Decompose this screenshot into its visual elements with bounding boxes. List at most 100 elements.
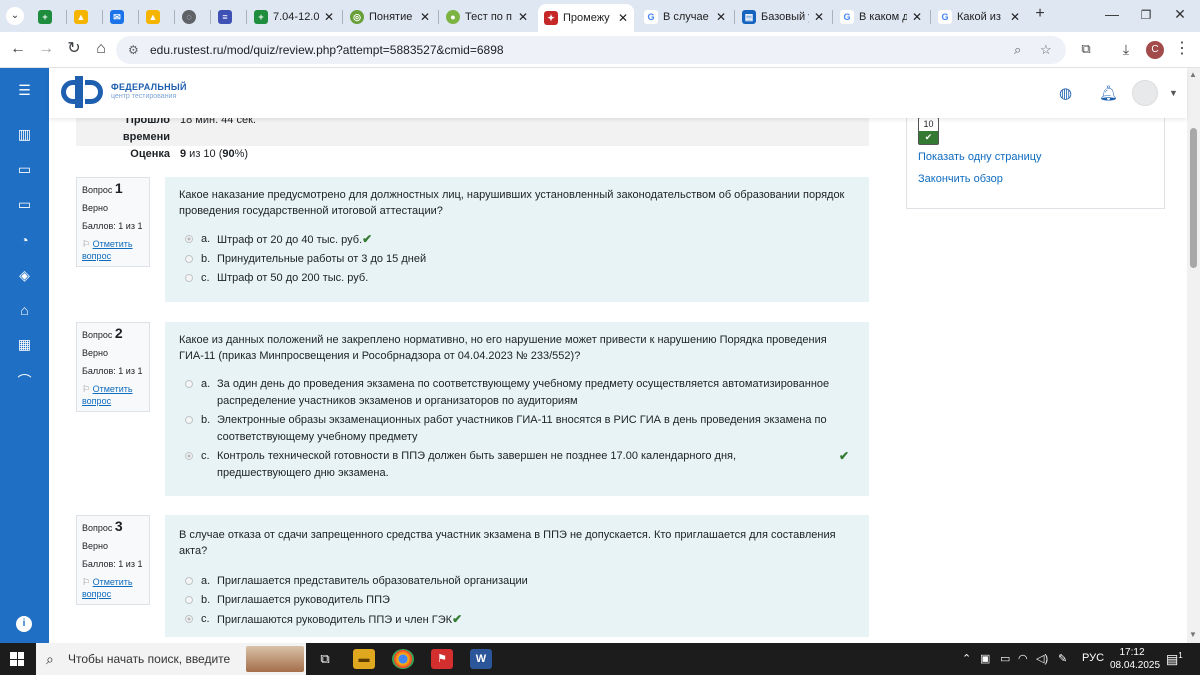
word-icon[interactable]: W	[470, 649, 492, 669]
question-info: Вопрос 2 Верно Баллов: 1 из 1 ⚐ Отметить…	[76, 322, 150, 412]
flag-question-link[interactable]: ⚐ Отметить вопрос	[82, 384, 133, 406]
google-icon: G	[938, 10, 952, 24]
tab-4[interactable]: ▲	[140, 4, 174, 30]
extensions-icon[interactable]: ⧉	[1076, 40, 1096, 58]
layers-icon[interactable]: ◈	[0, 267, 49, 284]
language-indicator[interactable]: РУС	[1082, 652, 1104, 664]
tab-8[interactable]: ◎ Понятие с ✕	[344, 4, 436, 30]
user-avatar[interactable]	[1132, 80, 1158, 106]
notification-icon[interactable]: ▤1	[1166, 651, 1183, 667]
question-points: Баллов: 1 из 1	[82, 559, 143, 569]
tab-2[interactable]: ▲	[68, 4, 102, 30]
flag-icon: ⚐	[82, 577, 93, 587]
close-icon[interactable]: ✕	[319, 10, 334, 24]
google-icon: G	[644, 10, 658, 24]
attempt-summary: Прошло времени 18 мин. 44 сек. Оценка 9 …	[76, 118, 869, 163]
restore-button[interactable]: ❐	[1136, 8, 1156, 22]
tab-11[interactable]: G В случае с ✕	[638, 4, 732, 30]
tab-7[interactable]: + 7.04-12.04 ✕	[248, 4, 340, 30]
left-drawer: ☰ ▥ ▭ ▭ ◔ ◈ ⌂ ▦ ⌒ i	[0, 68, 49, 643]
tab-14[interactable]: G Какой из ✕	[932, 4, 1026, 30]
tab-12[interactable]: ▤ Базовый у ✕	[736, 4, 830, 30]
bookmark-star-icon[interactable]: ☆	[1040, 42, 1052, 58]
close-icon[interactable]: ✕	[613, 11, 628, 25]
zoom-icon[interactable]: ⌕	[1014, 42, 1021, 58]
answer-option-a: a. Приглашается представитель образовател…	[179, 573, 855, 590]
close-icon[interactable]: ✕	[809, 10, 824, 24]
question-nav-button-10[interactable]: 10 ✔	[918, 118, 939, 145]
minimize-button[interactable]: —	[1102, 6, 1122, 22]
tab-3[interactable]: ✉	[104, 4, 138, 30]
close-icon[interactable]: ✕	[415, 10, 430, 24]
close-window-button[interactable]: ✕	[1170, 6, 1190, 23]
new-tab-button[interactable]: +	[1030, 5, 1050, 23]
dashboard-icon[interactable]: ◔	[0, 232, 49, 248]
folder-icon[interactable]: ▭	[0, 161, 49, 178]
language-globe-icon[interactable]: ◍	[1059, 84, 1072, 102]
info-icon[interactable]: i	[16, 616, 32, 632]
wifi-icon[interactable]: ◠	[1018, 652, 1028, 665]
profile-avatar[interactable]: С	[1146, 41, 1164, 59]
question-status: Верно	[82, 541, 108, 551]
answer-option-a: a. Штраф от 20 до 40 тыс. руб.✔	[179, 231, 855, 249]
bell-icon[interactable]: 🔔︎	[1099, 84, 1118, 102]
flag-question-link[interactable]: ⚐ Отметить вопрос	[82, 239, 133, 261]
tab-search-icon[interactable]: ⌄	[6, 7, 24, 25]
finish-review-link[interactable]: Закончить обзор	[918, 173, 1003, 185]
battery-icon[interactable]: ▭	[1000, 652, 1010, 665]
tab-9[interactable]: ● Тест по п ✕	[440, 4, 534, 30]
scrollbar-thumb[interactable]	[1190, 128, 1197, 268]
scroll-up-arrow-icon[interactable]: ▲	[1189, 70, 1197, 79]
forward-arrow-icon[interactable]: →	[36, 40, 56, 58]
scroll-down-arrow-icon[interactable]: ▼	[1189, 630, 1197, 639]
check-icon: ✔	[362, 232, 373, 246]
chevron-down-icon[interactable]: ▼	[1169, 88, 1178, 98]
close-icon[interactable]: ✕	[907, 10, 922, 24]
more-menu-icon[interactable]: ⋮	[1172, 40, 1192, 58]
calendar-icon[interactable]: ▦	[0, 336, 49, 353]
back-arrow-icon[interactable]: ←	[8, 40, 28, 58]
page-scrollbar[interactable]: ▲ ▼	[1187, 68, 1200, 643]
task-view-icon[interactable]: ⧉	[314, 649, 336, 669]
tab-6[interactable]: ≡	[212, 4, 246, 30]
pen-icon[interactable]: ✎	[1058, 652, 1067, 665]
flag-icon: ⚐	[82, 384, 93, 394]
check-icon: ✔	[919, 131, 938, 144]
menu-icon[interactable]: ☰	[0, 82, 49, 99]
tab-10-active[interactable]: ✦ Промежу ✕	[538, 4, 634, 32]
book-icon[interactable]: ▥	[0, 126, 49, 143]
home-icon[interactable]: ⌂	[91, 40, 111, 58]
download-icon[interactable]: ⤓	[1116, 40, 1136, 58]
site-header: ФЕДЕРАЛЬНЫЙ центр тестирования ◍ 🔔︎ ▼	[49, 68, 1187, 118]
folder-icon[interactable]: ▭	[0, 196, 49, 213]
tab-1[interactable]: +	[32, 4, 66, 30]
site-settings-icon[interactable]: ⚙	[128, 43, 139, 57]
close-icon[interactable]: ✕	[513, 10, 528, 24]
chevron-up-icon[interactable]: ⌃	[962, 652, 971, 665]
file-explorer-icon[interactable]: ▬	[353, 649, 375, 669]
clock[interactable]: 17:12 08.04.2025	[1110, 646, 1160, 672]
tab-5[interactable]: ◌	[176, 4, 210, 30]
reload-icon[interactable]: ↻	[64, 40, 84, 58]
show-one-page-link[interactable]: Показать одну страницу	[918, 151, 1042, 163]
flag-question-link[interactable]: ⚐ Отметить вопрос	[82, 577, 133, 599]
quiz-review-content: Прошло времени 18 мин. 44 сек. Оценка 9 …	[49, 118, 1187, 643]
close-icon[interactable]: ✕	[1005, 10, 1020, 24]
question-content: Какое из данных положений не закреплено …	[165, 322, 869, 496]
graduation-cap-icon[interactable]: ⌒	[0, 371, 49, 391]
question-status: Верно	[82, 348, 108, 358]
tab-13[interactable]: G В каком д ✕	[834, 4, 928, 30]
windows-start-icon[interactable]	[10, 652, 24, 666]
site-logo[interactable]: ФЕДЕРАЛЬНЫЙ центр тестирования	[61, 76, 187, 108]
volume-icon[interactable]: ◁)	[1036, 652, 1048, 665]
close-icon[interactable]: ✕	[711, 10, 726, 24]
home-icon[interactable]: ⌂	[0, 302, 49, 318]
browser-toolbar: ← → ↻ ⌂ ⚙ edu.rustest.ru/mod/quiz/review…	[0, 32, 1200, 68]
address-bar[interactable]: ⚙ edu.rustest.ru/mod/quiz/review.php?att…	[116, 36, 1066, 64]
taskbar-search[interactable]: ⌕ Чтобы начать поиск, введите	[36, 643, 306, 675]
tray-app-icon[interactable]: ▣	[980, 652, 990, 665]
answer-option-c: c. Приглашаются руководитель ППЭ и член Г…	[179, 611, 855, 629]
chrome-icon[interactable]	[392, 649, 414, 669]
taskbar: ⌕ Чтобы начать поиск, введите ⧉ ▬ ⚑ W ⌃ …	[0, 643, 1200, 675]
pdf-reader-icon[interactable]: ⚑	[431, 649, 453, 669]
